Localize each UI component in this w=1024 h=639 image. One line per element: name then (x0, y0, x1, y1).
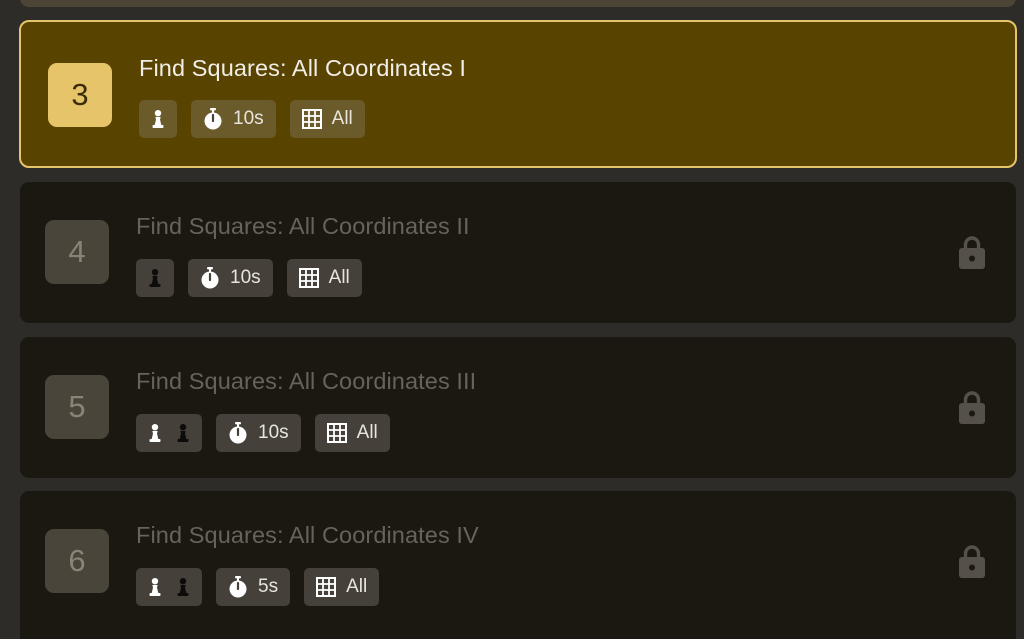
time-label: 10s (258, 422, 289, 443)
black-pawn-icon (149, 269, 161, 287)
lesson-card-3[interactable]: 3 Find Squares: All Coordinates I 10s Al… (19, 20, 1017, 168)
stopwatch-icon (229, 422, 247, 444)
time-badge: 5s (216, 568, 291, 606)
lesson-card-4[interactable]: 4 Find Squares: All Coordinates II 10s A… (20, 182, 1016, 323)
squares-badge: All (304, 568, 380, 606)
white-pawn-icon (149, 578, 161, 596)
lesson-card-previous[interactable] (20, 0, 1016, 7)
time-badge: 10s (191, 100, 276, 138)
pieces-badge (139, 100, 177, 138)
white-pawn-icon (149, 424, 161, 442)
lock-icon (959, 391, 985, 424)
squares-label: All (346, 576, 368, 597)
grid-icon (298, 268, 319, 288)
time-label: 5s (258, 576, 279, 597)
stopwatch-icon (201, 267, 219, 289)
white-pawn-icon (152, 110, 164, 128)
lesson-badges: 10s All (136, 414, 390, 452)
lesson-badges: 10s All (136, 259, 362, 297)
pieces-badge (136, 414, 202, 452)
black-pawn-icon (177, 424, 189, 442)
pieces-badge (136, 259, 174, 297)
lesson-list: 3 Find Squares: All Coordinates I 10s Al… (0, 0, 1024, 639)
stopwatch-icon (204, 108, 222, 130)
lock-icon (959, 545, 985, 578)
lesson-number: 4 (45, 220, 109, 284)
lesson-badges: 10s All (139, 100, 365, 138)
lesson-number: 3 (48, 63, 112, 127)
lesson-title: Find Squares: All Coordinates IV (136, 522, 479, 548)
grid-icon (301, 109, 322, 129)
lesson-badges: 5s All (136, 568, 380, 606)
squares-label: All (328, 267, 350, 288)
squares-label: All (331, 108, 353, 129)
lesson-number: 6 (45, 529, 109, 593)
time-badge: 10s (216, 414, 301, 452)
squares-label: All (356, 422, 378, 443)
lock-icon (959, 236, 985, 269)
lesson-card-6[interactable]: 6 Find Squares: All Coordinates IV 5s Al… (20, 491, 1016, 639)
grid-icon (316, 577, 337, 597)
lesson-card-5[interactable]: 5 Find Squares: All Coordinates III 10s … (20, 337, 1016, 478)
squares-badge: All (289, 100, 365, 138)
squares-badge: All (286, 259, 362, 297)
squares-badge: All (314, 414, 390, 452)
lesson-number: 5 (45, 375, 109, 439)
grid-icon (326, 423, 347, 443)
lesson-title: Find Squares: All Coordinates III (136, 368, 477, 394)
lesson-title: Find Squares: All Coordinates I (139, 55, 467, 81)
stopwatch-icon (229, 576, 247, 598)
time-badge: 10s (188, 259, 273, 297)
time-label: 10s (230, 267, 261, 288)
lesson-title: Find Squares: All Coordinates II (136, 213, 470, 239)
time-label: 10s (233, 108, 264, 129)
pieces-badge (136, 568, 202, 606)
black-pawn-icon (177, 578, 189, 596)
